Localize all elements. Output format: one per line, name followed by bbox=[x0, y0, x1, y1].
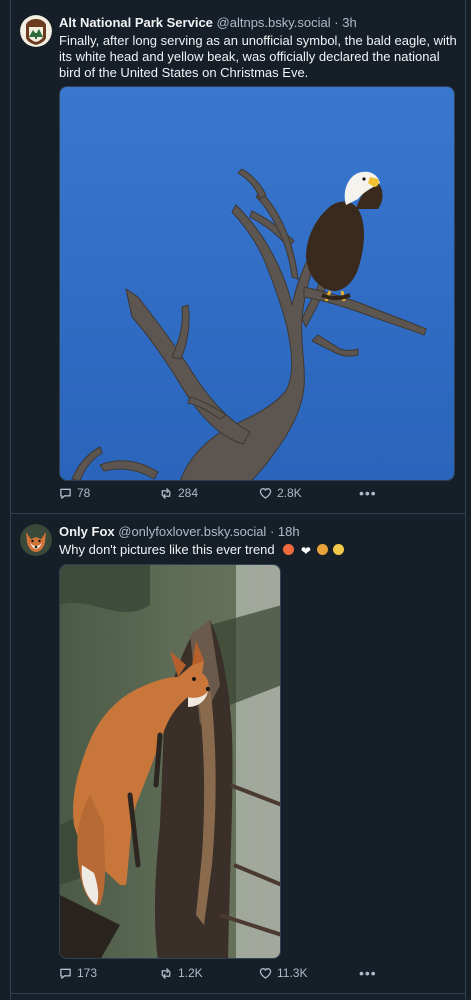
feed: Alt National Park Service @altnps.bsky.s… bbox=[0, 0, 471, 1000]
reply-icon bbox=[60, 488, 71, 499]
post-nps[interactable]: Alt National Park Service @altnps.bsky.s… bbox=[11, 0, 465, 514]
author-name[interactable]: Alt National Park Service bbox=[59, 15, 213, 30]
white-heart-emoji: ❤ bbox=[300, 544, 311, 558]
heart-eyes-face-emoji bbox=[283, 544, 295, 555]
like-count: 2.8K bbox=[277, 486, 302, 500]
repost-count: 1.2K bbox=[178, 966, 203, 980]
separator: · bbox=[269, 524, 275, 539]
repost-count: 284 bbox=[178, 486, 199, 500]
post-text: Finally, after long serving as an unoffi… bbox=[59, 33, 457, 80]
like-button[interactable]: 11.3K bbox=[259, 966, 307, 980]
repost-button[interactable]: 284 bbox=[159, 486, 198, 500]
reply-count: 78 bbox=[77, 486, 91, 500]
like-count: 11.3K bbox=[277, 966, 308, 980]
post-header: Only Fox @onlyfoxlover.bsky.social · 18h bbox=[59, 524, 300, 540]
post-time[interactable]: 18h bbox=[278, 524, 300, 539]
post-fox[interactable]: Only Fox @onlyfoxlover.bsky.social · 18h… bbox=[11, 513, 465, 994]
author-handle[interactable]: @altnps.bsky.social bbox=[217, 15, 331, 30]
separator: · bbox=[334, 15, 339, 30]
nps-avatar[interactable] bbox=[20, 15, 52, 47]
post-header: Alt National Park Service @altnps.bsky.s… bbox=[59, 15, 357, 31]
reply-icon bbox=[60, 968, 71, 979]
repost-icon bbox=[161, 967, 171, 979]
post-image-fox[interactable] bbox=[59, 564, 281, 959]
reply-button[interactable]: 78 bbox=[59, 486, 90, 500]
post-actions: 78 284 2.8K ••• bbox=[59, 486, 455, 504]
ellipsis-icon: ••• bbox=[359, 485, 377, 501]
post-text-body: Why don't pictures like this ever trend bbox=[59, 542, 275, 557]
repost-icon bbox=[161, 487, 171, 499]
post-image-eagle[interactable] bbox=[59, 86, 455, 481]
post-time[interactable]: 3h bbox=[342, 15, 356, 30]
author-name[interactable]: Only Fox bbox=[59, 524, 115, 539]
right-rail bbox=[465, 0, 471, 1000]
post-actions: 173 1.2K 11.3K ••• bbox=[59, 966, 455, 984]
author-handle[interactable]: @onlyfoxlover.bsky.social bbox=[118, 524, 266, 539]
like-button[interactable]: 2.8K bbox=[259, 486, 302, 500]
fox-avatar[interactable] bbox=[20, 524, 52, 556]
ellipsis-icon: ••• bbox=[359, 965, 377, 981]
post-text: Why don't pictures like this ever trend … bbox=[59, 542, 459, 559]
reply-count: 173 bbox=[77, 966, 98, 980]
more-options-button[interactable]: ••• bbox=[359, 486, 377, 500]
pleading-face-emoji bbox=[333, 544, 345, 555]
heart-icon bbox=[259, 967, 272, 979]
reply-button[interactable]: 173 bbox=[59, 966, 97, 980]
heart-icon bbox=[259, 487, 272, 499]
more-options-button[interactable]: ••• bbox=[359, 966, 377, 980]
cowboy-face-emoji bbox=[316, 544, 328, 555]
repost-button[interactable]: 1.2K bbox=[159, 966, 203, 980]
left-rail bbox=[0, 0, 11, 1000]
